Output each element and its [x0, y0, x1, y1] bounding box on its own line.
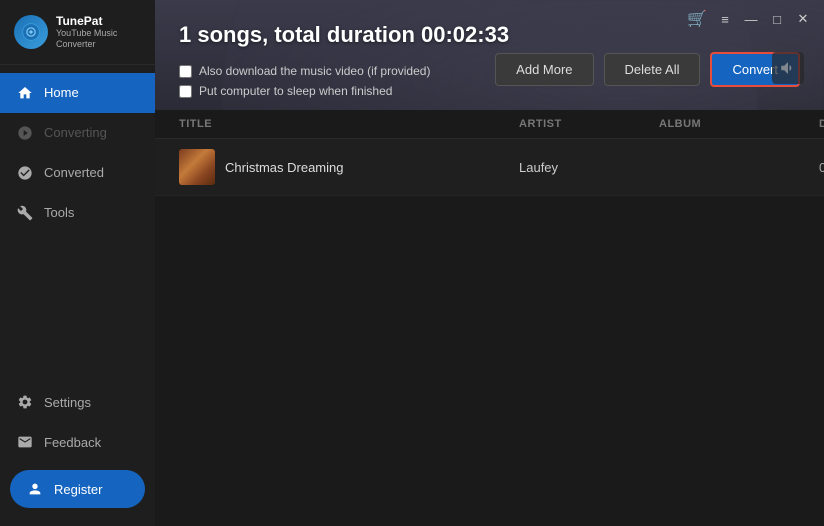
content-icon-button[interactable]	[772, 52, 804, 84]
nav-home-label: Home	[44, 85, 79, 100]
col-duration: DURATION	[819, 118, 824, 130]
thumbnail-image	[179, 149, 215, 185]
sidebar-item-converting: Converting	[0, 113, 155, 153]
sidebar-item-converted[interactable]: Converted	[0, 153, 155, 193]
add-more-button[interactable]: Add More	[495, 53, 593, 86]
app-title: TunePat	[56, 14, 141, 28]
converting-icon	[16, 124, 34, 142]
logo-icon	[14, 15, 48, 49]
sidebar: TunePat YouTube Music Converter Home Con…	[0, 0, 155, 526]
nav-menu: Home Converting Converted	[0, 65, 155, 382]
app-logo: TunePat YouTube Music Converter	[0, 0, 155, 65]
track-title: Christmas Dreaming	[225, 160, 343, 175]
minimize-button[interactable]: —	[740, 8, 762, 30]
settings-icon	[16, 393, 34, 411]
maximize-button[interactable]: □	[766, 8, 788, 30]
track-table: TITLE ARTIST ALBUM DURATION Christmas Dr…	[155, 110, 824, 526]
close-button[interactable]: ✕	[792, 8, 814, 30]
track-thumbnail	[179, 149, 215, 185]
nav-converting-label: Converting	[44, 125, 107, 140]
titlebar: 🛒 ≡ — □ ✕	[674, 0, 824, 38]
table-row: Christmas Dreaming Laufey 02:33	[155, 139, 824, 196]
checkboxes: Also download the music video (if provid…	[179, 64, 430, 98]
nav-settings-label: Settings	[44, 395, 91, 410]
sidebar-bottom: Settings Feedback Register	[0, 382, 155, 526]
register-button[interactable]: Register	[10, 470, 145, 508]
checkbox-sleep[interactable]	[179, 85, 192, 98]
col-artist: ARTIST	[519, 118, 659, 130]
table-header: TITLE ARTIST ALBUM DURATION	[155, 110, 824, 139]
feedback-icon	[16, 433, 34, 451]
checkbox-video-label[interactable]: Also download the music video (if provid…	[179, 64, 430, 78]
table-body: Christmas Dreaming Laufey 02:33	[155, 139, 824, 196]
nav-feedback-label: Feedback	[44, 435, 101, 450]
sidebar-item-settings[interactable]: Settings	[0, 382, 155, 422]
sidebar-item-feedback[interactable]: Feedback	[0, 422, 155, 462]
checkbox-sleep-label[interactable]: Put computer to sleep when finished	[179, 84, 430, 98]
logo-text: TunePat YouTube Music Converter	[56, 14, 141, 50]
checkbox-sleep-text: Put computer to sleep when finished	[199, 84, 392, 98]
menu-button[interactable]: ≡	[714, 8, 736, 30]
checkbox-video-text: Also download the music video (if provid…	[199, 64, 430, 78]
register-label: Register	[54, 482, 102, 497]
sidebar-item-home[interactable]: Home	[0, 73, 155, 113]
action-buttons: Add More Delete All Convert	[495, 52, 800, 87]
nav-converted-label: Converted	[44, 165, 104, 180]
col-album: ALBUM	[659, 118, 819, 130]
sidebar-item-tools[interactable]: Tools	[0, 193, 155, 233]
main-content: 🛒 ≡ — □ ✕ 1 songs, total duration 00:02:…	[155, 0, 824, 526]
cart-icon[interactable]: 🛒	[684, 8, 710, 30]
app-subtitle: YouTube Music Converter	[56, 28, 141, 50]
delete-all-button[interactable]: Delete All	[604, 53, 701, 86]
content-area: 1 songs, total duration 00:02:33 Also do…	[155, 0, 824, 526]
tools-icon	[16, 204, 34, 222]
register-icon	[26, 480, 44, 498]
home-icon	[16, 84, 34, 102]
cell-duration: 02:33	[819, 160, 824, 175]
checkbox-video[interactable]	[179, 65, 192, 78]
nav-tools-label: Tools	[44, 205, 74, 220]
col-title: TITLE	[179, 118, 519, 130]
cell-artist: Laufey	[519, 160, 659, 175]
converted-icon	[16, 164, 34, 182]
cell-title: Christmas Dreaming	[179, 149, 519, 185]
